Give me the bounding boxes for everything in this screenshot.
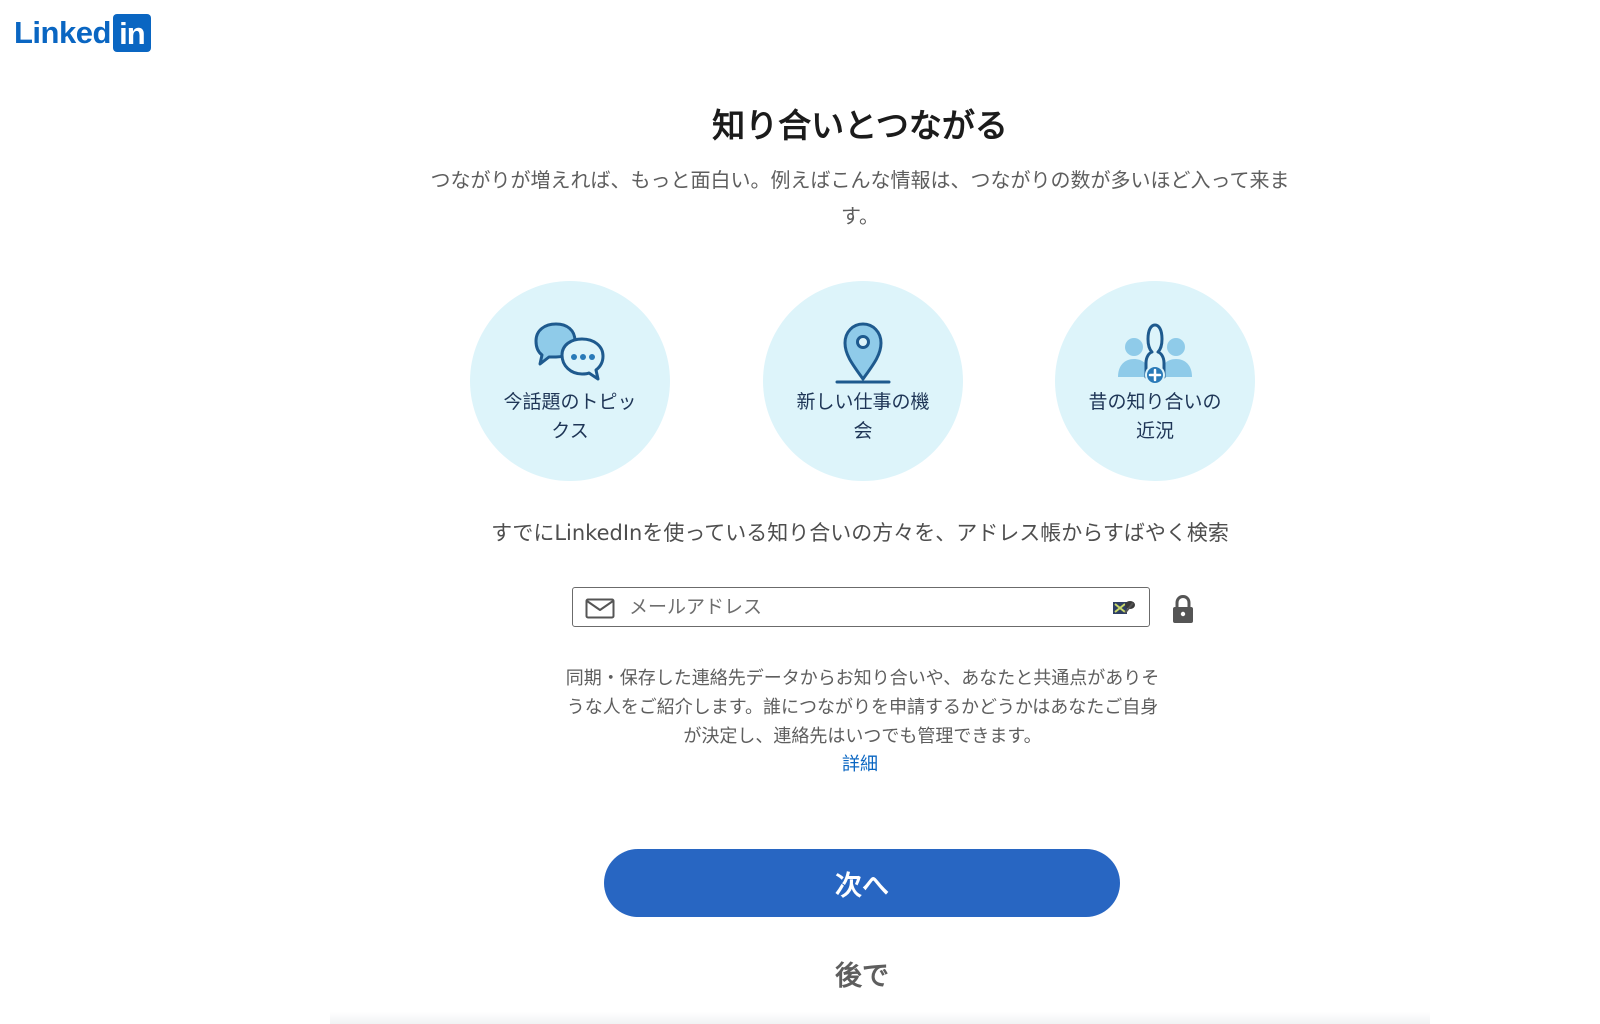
page-subtitle: つながりが増えれば、もっと面白い。例えばこんな情報は、つながりの数が多いほど入っ… — [430, 168, 1290, 228]
lock-icon — [1173, 594, 1193, 623]
next-button[interactable]: 次へ — [604, 849, 1120, 917]
password-manager-icon[interactable] — [1111, 597, 1137, 619]
import-prompt: すでにLinkedInを使っている知り合いの方々を、アドレス帳からすばやく検索 — [491, 521, 1229, 545]
chat-bubbles-icon — [534, 322, 605, 381]
envelope-icon — [585, 598, 615, 619]
linkedin-logo[interactable]: Linked in — [14, 14, 151, 52]
privacy-notice: 同期・保存した連絡先データからお知り合いや、あなたと共通点がありそうな人をご紹介… — [565, 668, 1160, 747]
details-link[interactable]: 詳細 — [842, 754, 878, 775]
feature-label: 昔の知り合いの近況 — [1088, 391, 1222, 442]
feature-job-opportunities: 新しい仕事の機会 — [763, 281, 963, 481]
bottom-divider — [330, 1012, 1430, 1024]
logo-wordmark: Linked — [14, 15, 111, 50]
page-title: 知り合いとつながる — [712, 106, 1008, 145]
feature-label: 新しい仕事の機会 — [796, 391, 930, 442]
feature-acquaintance-updates: 昔の知り合いの近況 — [1055, 281, 1255, 481]
feature-trending-topics: 今話題のトピックス — [470, 281, 670, 481]
connect-page: Linked in 知り合いとつながる つながりが増えれば、もっと面白い。例えば… — [0, 0, 1600, 1024]
people-add-icon — [1118, 323, 1192, 385]
later-button[interactable]: 後で — [782, 948, 942, 998]
logo-in-box: in — [112, 14, 151, 52]
feature-label: 今話題のトピックス — [503, 391, 637, 442]
email-field[interactable] — [572, 587, 1150, 627]
location-pin-icon — [835, 322, 891, 384]
details-link-row: 詳細 — [0, 750, 1600, 779]
email-input[interactable] — [629, 588, 1099, 625]
